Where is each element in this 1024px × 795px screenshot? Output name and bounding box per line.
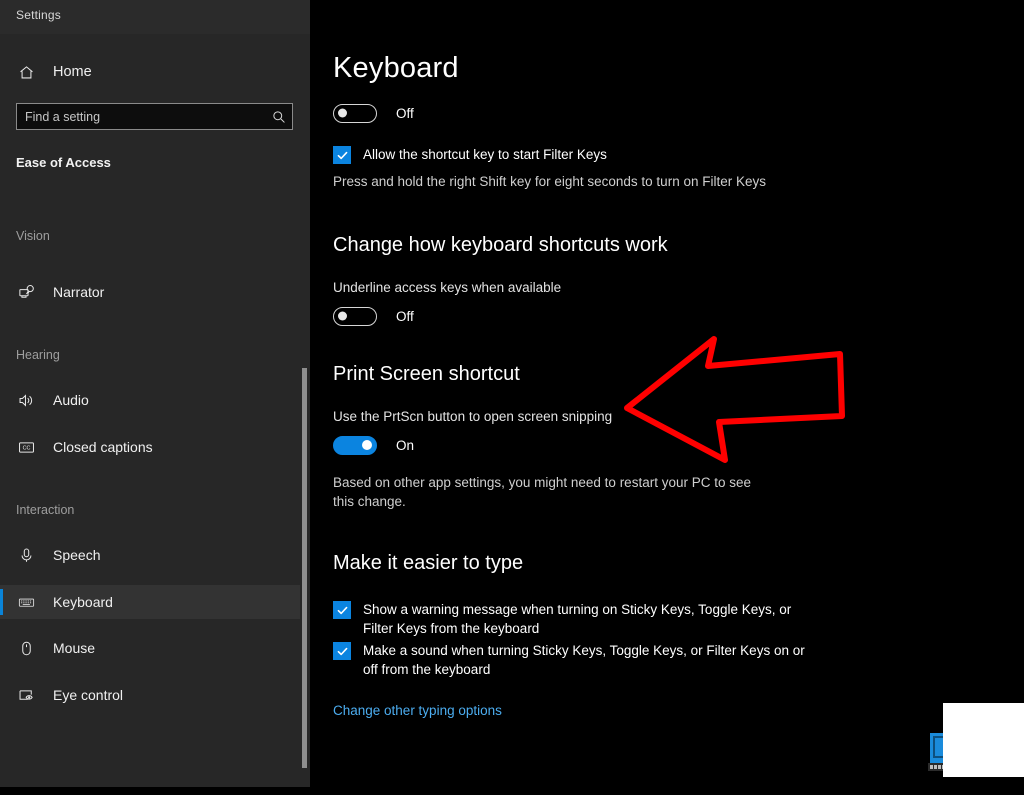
shortcuts-section-heading: Change how keyboard shortcuts work [333, 234, 668, 256]
title-bar: Settings [0, 0, 310, 34]
sidebar-item-mouse[interactable]: Mouse [0, 631, 300, 665]
sidebar-item-audio-label: Audio [53, 392, 89, 408]
toggle-knob [338, 311, 347, 321]
search-box[interactable] [16, 103, 293, 130]
sidebar-group-hearing: Hearing [16, 348, 60, 362]
microphone-icon [15, 544, 37, 566]
sidebar-item-mouse-label: Mouse [53, 640, 96, 656]
change-other-typing-options-link[interactable]: Change other typing options [333, 703, 502, 718]
sidebar-item-home[interactable]: Home [0, 56, 300, 88]
underline-access-keys-label: Underline access keys when available [333, 280, 562, 295]
sticky-keys-toggle-row: Off [333, 102, 414, 124]
sidebar-item-eye-control-label: Eye control [53, 687, 124, 703]
sidebar-item-speech-label: Speech [53, 547, 101, 563]
home-icon [15, 61, 37, 83]
sidebar-section-title: Ease of Access [16, 155, 111, 170]
svg-text:CC: CC [22, 445, 30, 451]
sticky-keys-warning-checkbox[interactable] [333, 601, 351, 619]
sticky-keys-toggle[interactable] [333, 103, 377, 123]
closed-captions-icon: CC [15, 436, 37, 458]
underline-access-keys-toggle-row: Off [333, 305, 414, 327]
sticky-keys-warning-checkbox-row: Show a warning message when turning on S… [333, 600, 811, 638]
main-content: Keyboard Off Allow the shortcut key to s… [310, 0, 1024, 795]
page-title: Keyboard [333, 52, 459, 84]
sidebar-item-narrator[interactable]: Narrator [0, 275, 300, 309]
sidebar-group-vision: Vision [16, 229, 50, 243]
keyboard-icon [15, 591, 37, 613]
mouse-icon [15, 637, 37, 659]
sidebar-item-eye-control[interactable]: Eye control [0, 678, 300, 712]
filter-keys-help-text: Press and hold the right Shift key for e… [333, 174, 766, 189]
print-screen-toggle[interactable] [333, 435, 377, 455]
underline-access-keys-toggle[interactable] [333, 306, 377, 326]
sidebar-group-interaction: Interaction [16, 503, 75, 517]
sidebar-item-narrator-label: Narrator [53, 284, 105, 300]
sidebar-item-home-label: Home [53, 64, 92, 80]
print-screen-section-heading: Print Screen shortcut [333, 363, 520, 385]
settings-window: Settings Home Ease of Access [0, 0, 1024, 795]
print-screen-toggle-row: On [333, 434, 414, 456]
sidebar-item-audio[interactable]: Audio [0, 383, 300, 417]
sidebar-item-closed-captions[interactable]: CC Closed captions [0, 430, 300, 464]
sticky-keys-warning-checkbox-label: Show a warning message when turning on S… [363, 602, 792, 636]
sidebar-item-speech[interactable]: Speech [0, 538, 300, 572]
sidebar-item-closed-captions-label: Closed captions [53, 439, 153, 455]
underline-access-keys-toggle-state: Off [396, 308, 414, 324]
audio-speaker-icon [15, 389, 37, 411]
search-icon[interactable] [266, 104, 292, 129]
search-input[interactable] [17, 109, 266, 124]
window-title: Settings [16, 8, 61, 22]
toggle-knob [338, 108, 347, 118]
sticky-keys-toggle-state: Off [396, 105, 414, 121]
sidebar-item-keyboard-label: Keyboard [53, 594, 113, 610]
white-overlay-box [943, 703, 1024, 777]
filter-keys-checkbox[interactable] [333, 146, 351, 164]
sidebar-scrollbar-thumb[interactable] [302, 368, 307, 768]
print-screen-toggle-state: On [396, 437, 415, 453]
print-screen-description: Use the PrtScn button to open screen sni… [333, 409, 613, 424]
eye-control-icon [15, 684, 37, 706]
filter-keys-checkbox-row: Allow the shortcut key to start Filter K… [333, 145, 607, 164]
sidebar-item-keyboard[interactable]: Keyboard [0, 585, 300, 619]
filter-keys-checkbox-label: Allow the shortcut key to start Filter K… [363, 147, 607, 162]
sidebar: Settings Home Ease of Access [0, 0, 310, 787]
easier-to-type-heading: Make it easier to type [333, 552, 524, 574]
sticky-keys-sound-checkbox-row: Make a sound when turning Sticky Keys, T… [333, 641, 811, 679]
print-screen-note: Based on other app settings, you might n… [333, 475, 751, 509]
toggle-knob [362, 440, 372, 450]
sticky-keys-sound-checkbox-label: Make a sound when turning Sticky Keys, T… [363, 643, 805, 677]
narrator-icon [15, 281, 37, 303]
sticky-keys-sound-checkbox[interactable] [333, 642, 351, 660]
